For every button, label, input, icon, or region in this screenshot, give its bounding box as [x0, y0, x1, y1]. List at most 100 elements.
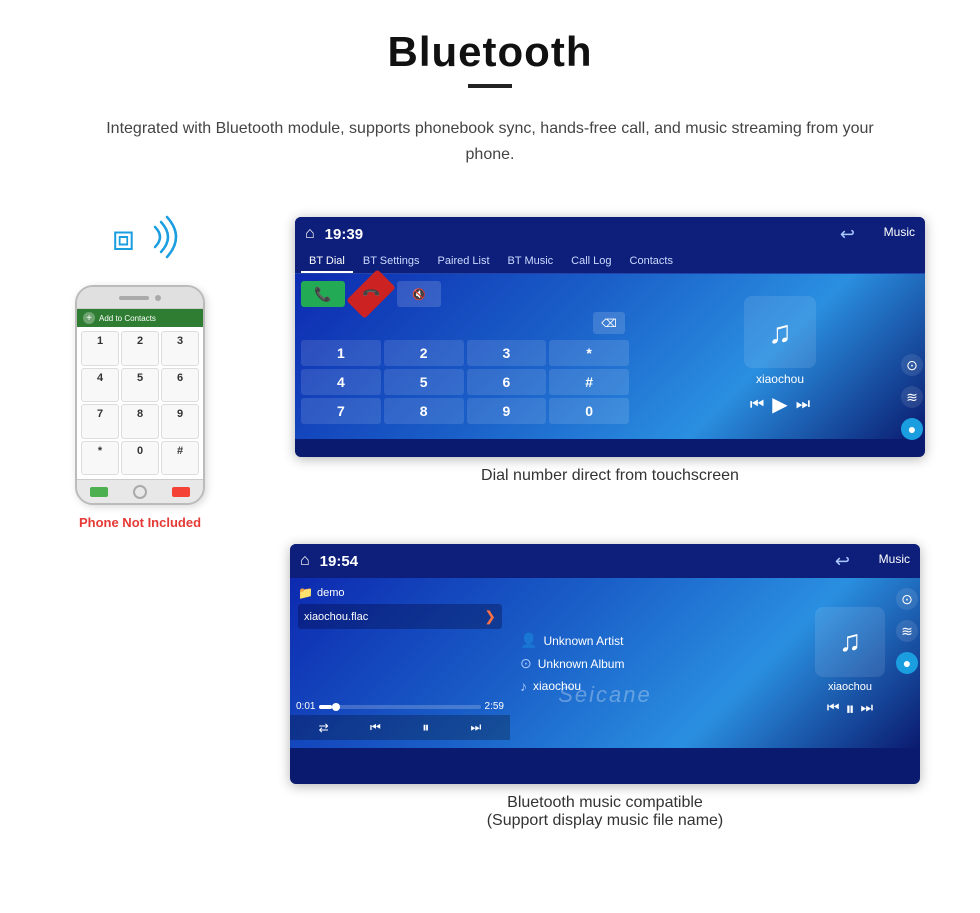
second-feature-row: ⌂ 19:54 ↩ Music 📁 demo xiaochou.flac	[30, 544, 950, 830]
cs-key-9[interactable]: 9	[467, 398, 547, 424]
cs-side-icon-2[interactable]: ≋	[901, 386, 923, 408]
tab-bt-music[interactable]: BT Music	[500, 251, 562, 273]
ms-clock-icon: ⊙	[520, 655, 532, 672]
cs-key-8[interactable]: 8	[384, 398, 464, 424]
cs-key-7[interactable]: 7	[301, 398, 381, 424]
dial-key-2[interactable]: 2	[121, 331, 159, 366]
cs-delete-button[interactable]: ⌫	[593, 312, 625, 334]
ms-album-row: ⊙ Unknown Album	[520, 655, 770, 672]
dial-key-7[interactable]: 7	[81, 404, 119, 439]
dial-key-star[interactable]: *	[81, 441, 119, 476]
ms-left-panel: 📁 demo xiaochou.flac ❯ 0:01	[290, 578, 510, 748]
cs-home-icon[interactable]: ⌂	[305, 225, 315, 243]
bt-icon-wrapper: ⧈	[100, 207, 180, 277]
dial-key-1[interactable]: 1	[81, 331, 119, 366]
page-header: Bluetooth	[0, 0, 980, 98]
cs-next-btn[interactable]: ⏭	[796, 396, 810, 414]
phone-dialpad: 1 2 3 4 5 6 7 8 9 * 0 #	[77, 327, 203, 479]
ms-side-icon-2[interactable]: ≋	[896, 620, 918, 642]
ms-play-btn[interactable]: ⏸	[422, 719, 429, 736]
cs-tabs: BT Dial BT Settings Paired List BT Music…	[295, 251, 925, 274]
ms-folder-name: demo	[317, 587, 345, 599]
phone-not-included: Phone Not Included	[79, 515, 201, 530]
phone-screen-header: + Add to Contacts	[77, 309, 203, 327]
cs-side-icon-3[interactable]: ●	[901, 418, 923, 440]
cs-mute-button[interactable]: 🔇	[397, 281, 441, 307]
cs-keypad: 1 2 3 * 4 5 6 # 7 8 9 0	[301, 340, 629, 424]
ms-home-icon[interactable]: ⌂	[300, 552, 310, 570]
cs-time: 19:39	[325, 226, 363, 243]
phone-section: ⧈ + Add to Contacts	[30, 177, 250, 530]
ms-file-row[interactable]: xiaochou.flac ❯	[298, 604, 502, 629]
phone-home-btn[interactable]	[133, 485, 147, 499]
ms-center-panel: 👤 Unknown Artist ⊙ Unknown Album ♪ xiaoc…	[510, 578, 780, 748]
phone-end-btn[interactable]	[172, 487, 190, 497]
cs-key-4[interactable]: 4	[301, 369, 381, 395]
music-screen: ⌂ 19:54 ↩ Music 📁 demo xiaochou.flac	[290, 544, 920, 784]
tab-paired-list[interactable]: Paired List	[430, 251, 498, 273]
ms-person-icon: 👤	[520, 632, 537, 649]
cs-side-icon-1[interactable]: ⊙	[901, 354, 923, 376]
cs-del-row: ⌫	[301, 312, 625, 334]
ms-side-icons: ⊙ ≋ ●	[896, 588, 918, 674]
cs-call-button[interactable]: 📞	[301, 281, 345, 307]
ms-progress-fill	[319, 705, 332, 709]
dial-key-0[interactable]: 0	[121, 441, 159, 476]
ms-side-icon-1[interactable]: ⊙	[896, 588, 918, 610]
ms-shuffle-icons: ⇄ ⏮ ⏸ ⏭	[290, 715, 510, 740]
ms-body: 📁 demo xiaochou.flac ❯ 0:01	[290, 578, 920, 748]
tab-call-log[interactable]: Call Log	[563, 251, 619, 273]
ms-back-icon[interactable]: ↩	[835, 551, 850, 572]
ms-song-name: xiaochou	[828, 681, 872, 693]
dial-key-5[interactable]: 5	[121, 368, 159, 403]
dial-key-9[interactable]: 9	[161, 404, 199, 439]
tab-bt-dial[interactable]: BT Dial	[301, 251, 353, 273]
cs-left-panel: 📞 📞 🔇 ⌫ 1 2 3 * 4	[295, 274, 635, 439]
title-divider	[468, 84, 512, 88]
cs-right-panel: ♫ xiaochou ⏮ ▶ ⏭	[635, 274, 925, 439]
ms-play-ctrl[interactable]: ⏸	[846, 699, 855, 720]
cs-side-icons: ⊙ ≋ ●	[901, 354, 923, 440]
cs-play-btn[interactable]: ▶	[772, 392, 787, 417]
ms-folder-icon: 📁	[298, 586, 313, 600]
phone-camera	[155, 295, 161, 301]
ms-side-icon-3[interactable]: ●	[896, 652, 918, 674]
cs-topbar: ⌂ 19:39 ↩	[295, 217, 925, 251]
ms-music-icon: ♪	[520, 678, 527, 694]
ms-artist: Unknown Artist	[543, 634, 623, 648]
dial-key-8[interactable]: 8	[121, 404, 159, 439]
cs-key-6[interactable]: 6	[467, 369, 547, 395]
screen2-caption: Bluetooth music compatible (Support disp…	[487, 794, 724, 830]
cs-key-2[interactable]: 2	[384, 340, 464, 366]
cs-key-star[interactable]: *	[549, 340, 629, 366]
tab-contacts[interactable]: Contacts	[622, 251, 681, 273]
cs-key-0[interactable]: 0	[549, 398, 629, 424]
cs-key-1[interactable]: 1	[301, 340, 381, 366]
phone-mockup: + Add to Contacts 1 2 3 4 5 6 7 8 9 *	[75, 285, 205, 505]
main-content: ⧈ + Add to Contacts	[0, 177, 980, 840]
ms-next-ctrl[interactable]: ⏭	[861, 699, 874, 720]
signal-waves	[135, 209, 180, 264]
ms-shuffle-btn[interactable]: ⇄	[319, 721, 329, 735]
ms-next-btn[interactable]: ⏭	[471, 720, 482, 735]
bluetooth-icon: ⧈	[112, 217, 135, 260]
cs-prev-btn[interactable]: ⏮	[750, 396, 764, 414]
tab-bt-settings[interactable]: BT Settings	[355, 251, 428, 273]
ms-arrow-icon: ❯	[484, 608, 496, 625]
cs-key-hash[interactable]: #	[549, 369, 629, 395]
phone-call-btn[interactable]	[90, 487, 108, 497]
ms-prev-ctrl[interactable]: ⏮	[827, 699, 840, 720]
cs-key-3[interactable]: 3	[467, 340, 547, 366]
cs-input-row: 📞 📞 🔇	[301, 280, 629, 308]
ms-topbar: ⌂ 19:54 ↩	[290, 544, 920, 578]
dial-key-6[interactable]: 6	[161, 368, 199, 403]
dial-key-4[interactable]: 4	[81, 368, 119, 403]
ms-time: 19:54	[320, 553, 358, 570]
ms-prev-btn[interactable]: ⏮	[370, 720, 381, 735]
ms-music-label: Music	[879, 552, 910, 566]
cs-key-5[interactable]: 5	[384, 369, 464, 395]
ms-ctrl-row: ⏮ ⏸ ⏭	[827, 699, 873, 720]
dial-key-3[interactable]: 3	[161, 331, 199, 366]
dial-key-hash[interactable]: #	[161, 441, 199, 476]
cs-back-icon[interactable]: ↩	[840, 224, 855, 245]
